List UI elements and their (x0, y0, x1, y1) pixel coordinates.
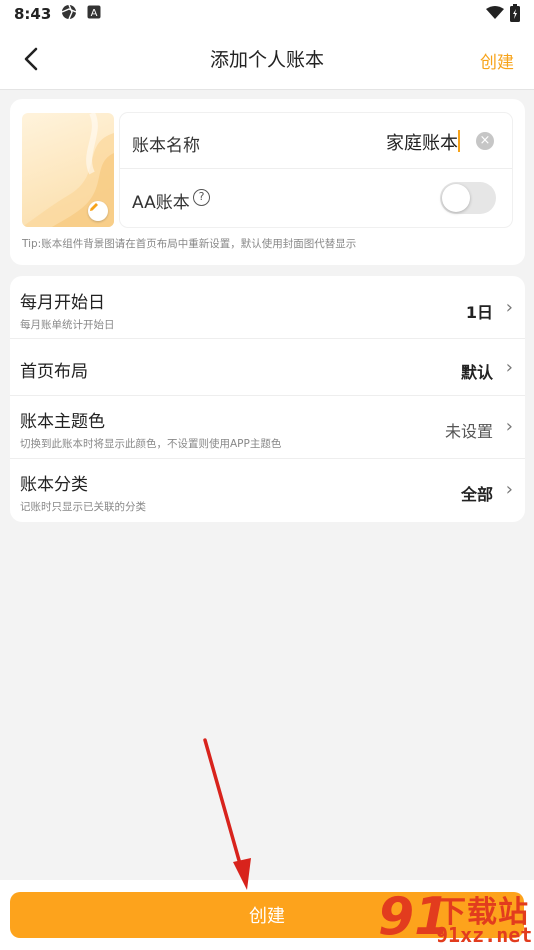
chevron-right-icon: › (505, 479, 513, 500)
book-name-box: 账本名称 家庭账本 × AA账本 ? (120, 113, 512, 227)
book-cover[interactable] (22, 113, 114, 227)
book-info-card: 账本名称 家庭账本 × AA账本 ? Tip:账本组件背景图请在首页布局中重新设… (10, 99, 525, 265)
setting-value: 未设置 (444, 422, 493, 441)
edit-cover-icon[interactable] (88, 201, 108, 221)
help-question-icon[interactable]: ? (193, 189, 210, 206)
aa-book-label: AA账本 (132, 193, 190, 213)
setting-theme-color[interactable]: 账本主题色 切换到此账本时将显示此颜色，不设置则使用APP主题色 未设置 › (10, 396, 525, 459)
setting-value: 全部 (460, 485, 493, 504)
chevron-right-icon: › (505, 416, 513, 437)
book-name-row: 账本名称 家庭账本 × (120, 113, 512, 169)
setting-subtitle: 记账时只显示已关联的分类 (20, 501, 146, 513)
clear-input-icon[interactable]: × (476, 132, 494, 150)
back-arrow-icon[interactable] (20, 44, 46, 74)
svg-text:A: A (91, 8, 98, 19)
page-title: 添加个人账本 (209, 49, 324, 71)
status-time: 8:43 (14, 5, 52, 23)
setting-month-start-day[interactable]: 每月开始日 每月账单统计开始日 1日 › (10, 276, 525, 339)
book-name-label: 账本名称 (132, 136, 200, 156)
toggle-knob (442, 184, 470, 212)
setting-subtitle: 切换到此账本时将显示此颜色，不设置则使用APP主题色 (20, 438, 282, 450)
chevron-right-icon: › (505, 357, 513, 378)
create-button[interactable]: 创建 (10, 892, 524, 938)
wifi-icon (486, 6, 504, 24)
setting-title: 账本分类 (20, 475, 88, 495)
setting-categories[interactable]: 账本分类 记账时只显示已关联的分类 全部 › (10, 459, 525, 522)
book-name-input[interactable]: 家庭账本 (386, 129, 458, 155)
text-cursor (458, 130, 460, 152)
a-box-icon: A (87, 5, 101, 23)
aperture-icon (61, 4, 77, 24)
setting-home-layout[interactable]: 首页布局 默认 › (10, 339, 525, 396)
cover-tip-text: Tip:账本组件背景图请在首页布局中重新设置，默认使用封面图代替显示 (22, 238, 357, 250)
aa-book-row: AA账本 ? (120, 170, 512, 227)
status-bar: 8:43 A (0, 0, 534, 28)
battery-icon (510, 4, 520, 26)
setting-title: 账本主题色 (20, 412, 105, 432)
setting-title: 每月开始日 (20, 293, 105, 313)
setting-value: 默认 (460, 363, 493, 382)
setting-value: 1日 (465, 303, 493, 322)
create-top-button[interactable]: 创建 (480, 48, 514, 73)
aa-book-toggle[interactable] (440, 182, 496, 214)
settings-list: 每月开始日 每月账单统计开始日 1日 › 首页布局 默认 › 账本主题色 切换到… (10, 276, 525, 522)
setting-subtitle: 每月账单统计开始日 (20, 319, 115, 331)
app-bar: 添加个人账本 创建 (0, 28, 534, 90)
setting-title: 首页布局 (20, 362, 88, 382)
chevron-right-icon: › (505, 297, 513, 318)
